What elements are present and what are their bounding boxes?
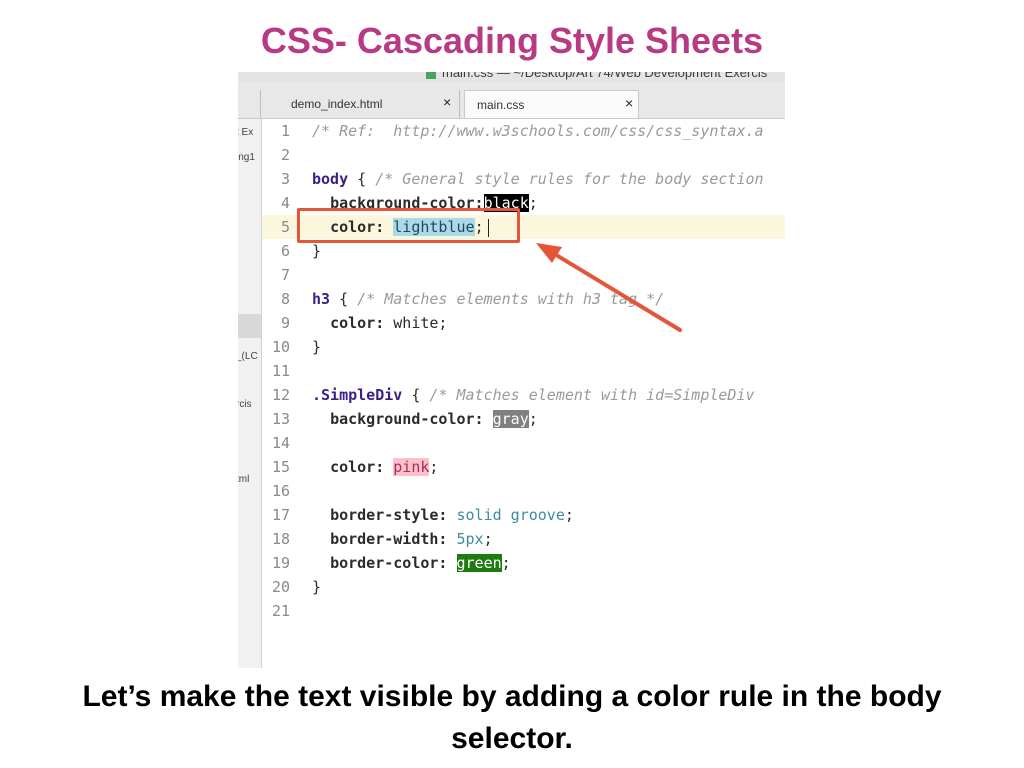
line-number: 3 [280, 170, 290, 188]
code-property: color: [330, 314, 385, 332]
code-line-19[interactable]: border-color: green; [312, 551, 511, 575]
tab-main-css[interactable]: main.css × [464, 90, 639, 118]
line-number: 10 [271, 338, 290, 356]
code-semicolon: ; [483, 530, 493, 548]
code-property: color: [330, 458, 385, 476]
css-file-icon [426, 72, 436, 79]
tab-label: main.css [477, 98, 525, 112]
code-comment: /* Ref: http://www.w3schools.com/css/css… [312, 122, 764, 140]
line-number: 19 [271, 554, 290, 572]
line-number: 16 [271, 482, 290, 500]
code-line-8[interactable]: h3 { /* Matches elements with h3 tag */ [312, 287, 664, 311]
line-number: 20 [271, 578, 290, 596]
code-value-swatch: green [456, 554, 502, 572]
line-number: 5 [280, 218, 290, 236]
line-number: 11 [271, 362, 290, 380]
code-property: border-style: [330, 506, 448, 524]
code-line-3[interactable]: body { /* General style rules for the bo… [312, 167, 764, 191]
code-line-9[interactable]: color: white; [312, 311, 447, 335]
line-number: 7 [280, 266, 290, 284]
line-number: 21 [271, 602, 290, 620]
code-comment: /* Matches element with id=SimpleDiv [429, 386, 755, 404]
window-title: main.css — ~/Desktop/Art 74/Web Developm… [426, 72, 767, 80]
code-value: white; [384, 314, 448, 332]
line-number: 1 [280, 122, 290, 140]
code-brace: { [330, 290, 358, 308]
code-value: 5px [447, 530, 484, 548]
code-semicolon: ; [501, 554, 511, 572]
line-number: 18 [271, 530, 290, 548]
sidebar-item[interactable]: _(LC [238, 351, 258, 362]
editor-screenshot: main.css — ~/Desktop/Art 74/Web Developm… [238, 72, 785, 668]
code-value-swatch: pink [393, 458, 430, 476]
code-line-20[interactable]: } [312, 575, 321, 599]
code-property: background-color: [330, 410, 484, 428]
code-line-15[interactable]: color: pink; [312, 455, 438, 479]
code-selector: body [312, 170, 349, 188]
code-brace: } [312, 578, 322, 596]
code-line-10[interactable]: } [312, 335, 321, 359]
slide-caption: Let’s make the text visible by adding a … [82, 680, 942, 755]
file-tree-sidebar: t Ex ing1 _(LC rcis tml [238, 119, 262, 668]
annotation-highlight-box [297, 208, 520, 243]
line-number: 17 [271, 506, 290, 524]
code-property: border-color: [330, 554, 448, 572]
code-editor[interactable]: 1 2 3 4 5 6 7 8 9 10 11 12 13 14 15 16 17 18 19 20 21 /* Ref… [262, 119, 785, 668]
line-number: 4 [280, 194, 290, 212]
code-line-12[interactable]: .SimpleDiv { /* Matches element with id=… [312, 383, 755, 407]
code-line-1[interactable]: /* Ref: http://www.w3schools.com/css/css… [312, 119, 764, 143]
line-number: 6 [280, 242, 290, 260]
line-number: 12 [271, 386, 290, 404]
code-line-13[interactable]: background-color: gray; [312, 407, 538, 431]
sidebar-item[interactable]: t Ex [238, 127, 253, 138]
sidebar-selection [238, 314, 261, 338]
code-semicolon: ; [528, 410, 538, 428]
close-icon[interactable]: × [625, 95, 633, 111]
line-number: 2 [280, 146, 290, 164]
code-line-17[interactable]: border-style: solid groove; [312, 503, 574, 527]
code-brace: } [312, 242, 322, 260]
line-number: 13 [271, 410, 290, 428]
code-selector: h3 [312, 290, 331, 308]
code-selector: .SimpleDiv [312, 386, 403, 404]
window-titlebar: main.css — ~/Desktop/Art 74/Web Developm… [238, 72, 785, 82]
tab-bar: demo_index.html × main.css × [238, 82, 785, 119]
code-semicolon: ; [528, 194, 538, 212]
code-semicolon: ; [564, 506, 574, 524]
line-number: 15 [271, 458, 290, 476]
code-brace: } [312, 338, 322, 356]
line-number: 9 [280, 314, 290, 332]
code-line-18[interactable]: border-width: 5px; [312, 527, 493, 551]
code-comment: /* Matches elements with h3 tag */ [357, 290, 665, 308]
tab-label: demo_index.html [291, 97, 383, 111]
code-value: solid groove [447, 506, 565, 524]
code-brace: { [402, 386, 430, 404]
code-value-swatch: gray [492, 410, 529, 428]
line-number: 14 [271, 434, 290, 452]
code-semicolon: ; [429, 458, 439, 476]
tab-demo-index[interactable]: demo_index.html × [260, 90, 460, 118]
slide-title: CSS- Cascading Style Sheets [260, 20, 764, 61]
line-number: 8 [280, 290, 290, 308]
close-icon[interactable]: × [443, 94, 451, 110]
sidebar-item[interactable]: tml [238, 474, 249, 485]
code-comment: /* General style rules for the body sect… [375, 170, 764, 188]
code-property: border-width: [330, 530, 448, 548]
sidebar-item[interactable]: ing1 [238, 152, 255, 163]
sidebar-item[interactable]: rcis [238, 399, 252, 410]
code-brace: { [348, 170, 376, 188]
window-title-text: main.css — ~/Desktop/Art 74/Web Developm… [442, 72, 768, 80]
